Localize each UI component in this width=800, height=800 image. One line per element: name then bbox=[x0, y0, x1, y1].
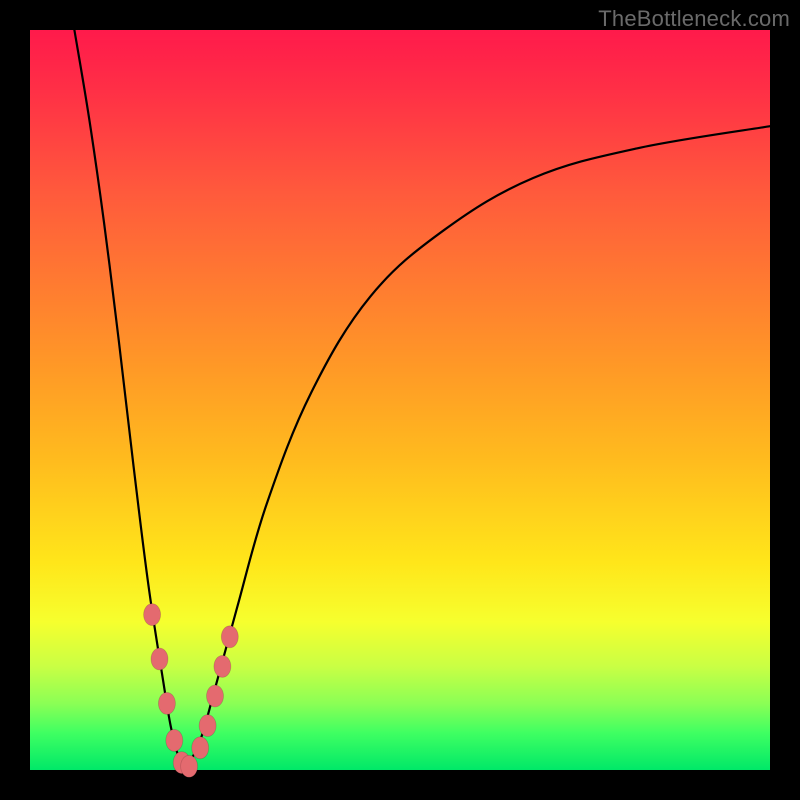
data-marker bbox=[192, 737, 209, 759]
data-marker bbox=[181, 755, 198, 777]
data-marker bbox=[158, 692, 175, 714]
data-marker bbox=[166, 729, 183, 751]
outer-frame: TheBottleneck.com bbox=[0, 0, 800, 800]
data-marker bbox=[207, 685, 224, 707]
data-marker bbox=[144, 604, 161, 626]
data-marker bbox=[199, 715, 216, 737]
marker-group bbox=[144, 604, 239, 778]
curve-right-branch bbox=[185, 126, 770, 770]
chart-svg bbox=[30, 30, 770, 770]
plot-area bbox=[30, 30, 770, 770]
watermark-text: TheBottleneck.com bbox=[598, 6, 790, 32]
data-marker bbox=[221, 626, 238, 648]
curve-left-branch bbox=[74, 30, 185, 770]
data-marker bbox=[214, 655, 231, 677]
data-marker bbox=[151, 648, 168, 670]
